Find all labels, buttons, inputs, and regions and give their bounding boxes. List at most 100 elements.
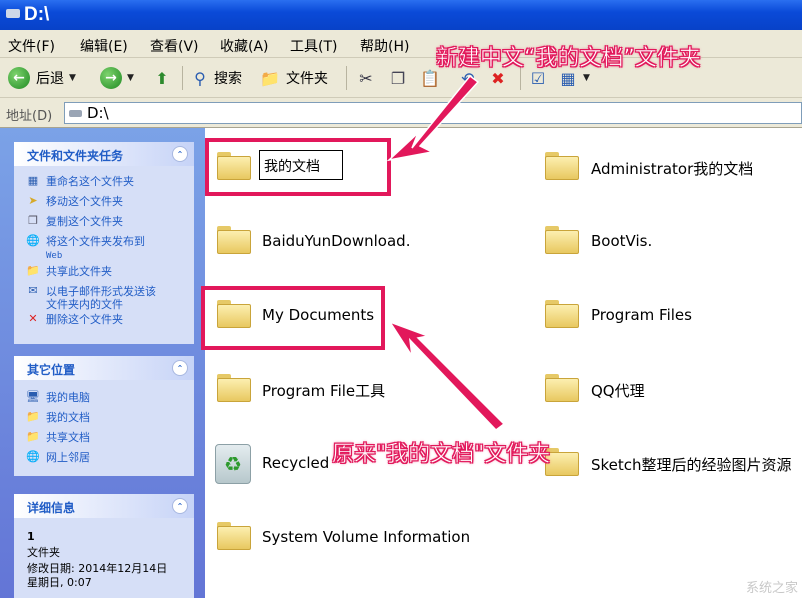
details-time: 星期日, 0:07 (27, 576, 92, 589)
place-label: 共享文档 (46, 431, 90, 444)
task-copy[interactable]: ❐ 复制这个文件夹 (26, 215, 123, 229)
cut-button[interactable]: ✂ (356, 65, 376, 91)
file-name[interactable]: Sketch整理后的经验图片资源 (591, 454, 792, 475)
highlight-box (205, 138, 391, 196)
place-my-computer[interactable]: 🖥 我的电脑 (26, 390, 90, 405)
back-dropdown-icon[interactable]: ▼ (69, 73, 76, 83)
task-label: 重命名这个文件夹 (46, 175, 134, 188)
task-rename[interactable]: ▦ 重命名这个文件夹 (26, 174, 134, 189)
forward-dropdown-icon[interactable]: ▼ (127, 73, 134, 83)
details-header[interactable]: 详细信息 ⌃ (14, 494, 194, 518)
folder-icon[interactable] (545, 374, 579, 402)
place-label: 网上邻居 (46, 451, 90, 464)
other-places-panel: 其它位置 ⌃ 🖥 我的电脑 📁 我的文档 📁 共享文档 🌐 网上邻居 (14, 356, 194, 476)
folders-button[interactable]: 📁 文件夹 (260, 65, 328, 91)
file-name[interactable]: System Volume Information (262, 528, 470, 546)
task-label: 将这个文件夹发布到 Web (46, 235, 145, 261)
move-icon: ➤ (28, 194, 38, 207)
collapse-icon[interactable]: ⌃ (172, 498, 188, 514)
folder-icon[interactable] (545, 300, 579, 328)
annotation-original-folder: 原来"我的文档"文件夹 (332, 442, 551, 468)
task-delete[interactable]: ✕ 删除这个文件夹 (26, 313, 123, 327)
folder-icon[interactable] (217, 522, 251, 550)
file-name[interactable]: Program Files (591, 306, 692, 324)
file-name[interactable]: BaiduYunDownload. (262, 232, 410, 250)
copy-icon: ❐ (390, 68, 406, 88)
title-bar: D:\ (0, 0, 802, 30)
task-publish[interactable]: 🌐 将这个文件夹发布到 Web (26, 235, 145, 263)
address-input[interactable]: D:\ (64, 102, 802, 124)
menu-view[interactable]: 查看(V) (150, 36, 199, 56)
copy-button[interactable]: ❐ (388, 65, 408, 91)
collapse-icon[interactable]: ⌃ (172, 360, 188, 376)
task-label: 共享此文件夹 (46, 265, 112, 278)
folders-label: 文件夹 (286, 71, 328, 87)
task-label: 移动这个文件夹 (46, 195, 123, 208)
place-my-documents[interactable]: 📁 我的文档 (26, 410, 90, 425)
place-label: 我的文档 (46, 411, 90, 424)
menu-favorites[interactable]: 收藏(A) (220, 36, 269, 56)
file-list: 我的文档 Administrator我的文档 BaiduYunDownload.… (201, 128, 802, 598)
place-label: 我的电脑 (46, 391, 90, 404)
task-label: 复制这个文件夹 (46, 215, 123, 228)
folder-icon[interactable] (545, 226, 579, 254)
details-panel: 详细信息 ⌃ 1 文件夹 修改日期: 2014年12月14日 星期日, 0:07 (14, 494, 194, 598)
file-name[interactable]: Program File工具 (262, 380, 385, 401)
task-pane: 文件和文件夹任务 ⌃ ▦ 重命名这个文件夹 ➤ 移动这个文件夹 ❐ 复制这个文件… (0, 128, 205, 598)
network-icon: 🌐 (26, 450, 40, 463)
details-title: 详细信息 (27, 501, 76, 515)
file-name[interactable]: QQ代理 (591, 380, 645, 401)
watermark: 系统之家 (745, 581, 798, 596)
share-icon: 📁 (26, 264, 40, 277)
menu-tools[interactable]: 工具(T) (290, 36, 337, 56)
documents-icon: 📁 (26, 410, 40, 423)
file-name[interactable]: Recycled (262, 454, 329, 472)
file-name[interactable]: Administrator我的文档 (591, 158, 753, 179)
search-icon: ⚲ (194, 68, 206, 88)
drive-icon (6, 9, 20, 18)
details-name: 1 (27, 530, 35, 543)
details-type: 文件夹 (27, 546, 60, 559)
other-places-header[interactable]: 其它位置 ⌃ (14, 356, 194, 380)
up-folder-icon: ⬆ (155, 68, 169, 88)
menu-edit[interactable]: 编辑(E) (80, 36, 128, 56)
back-button[interactable]: ← 后退 ▼ (8, 65, 76, 91)
address-bar: 地址(D) D:\ (0, 98, 802, 128)
recycle-bin-icon[interactable]: ♻ (215, 444, 251, 484)
address-path[interactable]: D:\ (87, 104, 109, 122)
computer-icon: 🖥 (26, 390, 40, 403)
up-button[interactable]: ⬆ (152, 65, 172, 91)
publish-icon: 🌐 (26, 234, 40, 247)
task-label: 删除这个文件夹 (46, 313, 123, 326)
place-shared-documents[interactable]: 📁 共享文档 (26, 430, 90, 445)
forward-arrow-icon: → (100, 67, 122, 89)
place-network[interactable]: 🌐 网上邻居 (26, 450, 90, 465)
task-move[interactable]: ➤ 移动这个文件夹 (26, 194, 123, 209)
file-name[interactable]: BootVis. (591, 232, 652, 250)
task-label: 以电子邮件形式发送该 文件夹内的文件 (46, 285, 156, 311)
views-dropdown-icon[interactable]: ▼ (583, 73, 590, 83)
menu-file[interactable]: 文件(F) (8, 36, 55, 56)
collapse-icon[interactable]: ⌃ (172, 146, 188, 162)
cut-icon: ✂ (359, 68, 373, 88)
task-share[interactable]: 📁 共享此文件夹 (26, 264, 112, 279)
search-button[interactable]: ⚲ 搜索 (190, 65, 242, 91)
rename-icon: ▦ (27, 174, 39, 187)
folder-icon[interactable] (217, 226, 251, 254)
menu-help[interactable]: 帮助(H) (360, 36, 409, 56)
address-label: 地址(D) (6, 109, 53, 124)
task-email[interactable]: ✉ 以电子邮件形式发送该 文件夹内的文件 (26, 284, 156, 312)
toolbar-separator (182, 66, 183, 90)
highlight-box (201, 286, 385, 350)
other-places-title: 其它位置 (27, 363, 76, 377)
folder-icon[interactable] (217, 374, 251, 402)
annotation-new-folder: 新建中文“我的文档”文件夹 (436, 46, 701, 72)
window-title: D:\ (24, 4, 50, 25)
shared-folder-icon: 📁 (26, 430, 40, 443)
file-tasks-header[interactable]: 文件和文件夹任务 ⌃ (14, 142, 194, 166)
folders-icon: 📁 (260, 68, 280, 88)
forward-button[interactable]: → ▼ (100, 65, 134, 91)
file-tasks-panel: 文件和文件夹任务 ⌃ ▦ 重命名这个文件夹 ➤ 移动这个文件夹 ❐ 复制这个文件… (14, 142, 194, 344)
email-icon: ✉ (28, 284, 38, 297)
folder-icon[interactable] (545, 152, 579, 180)
